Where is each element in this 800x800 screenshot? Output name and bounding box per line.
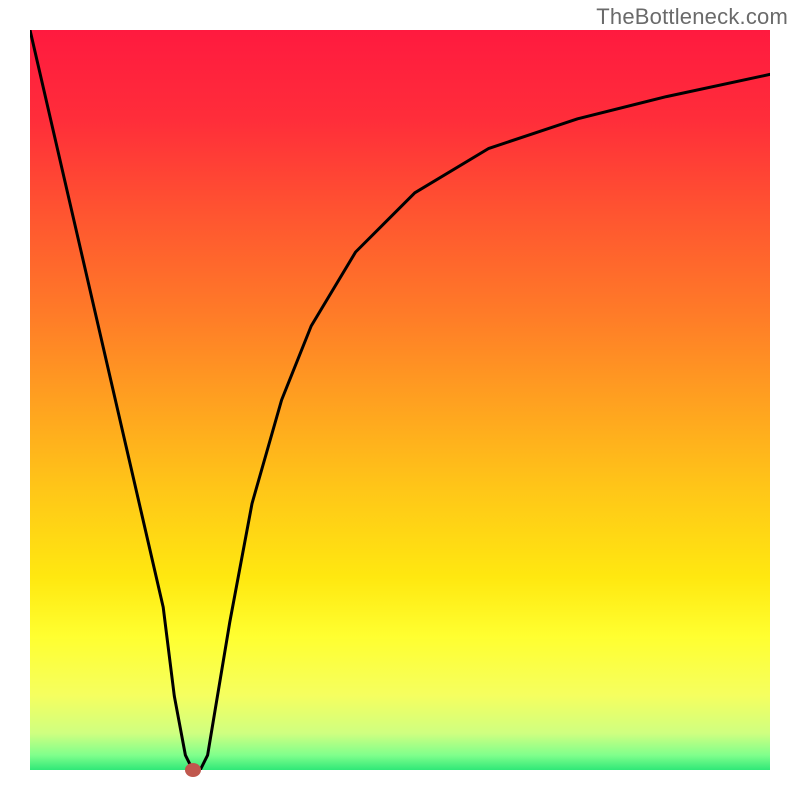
watermark-text: TheBottleneck.com [596, 4, 788, 30]
chart-marker-dot [185, 763, 201, 777]
root: TheBottleneck.com [0, 0, 800, 800]
chart-curve [30, 30, 770, 770]
chart-frame [30, 30, 770, 770]
